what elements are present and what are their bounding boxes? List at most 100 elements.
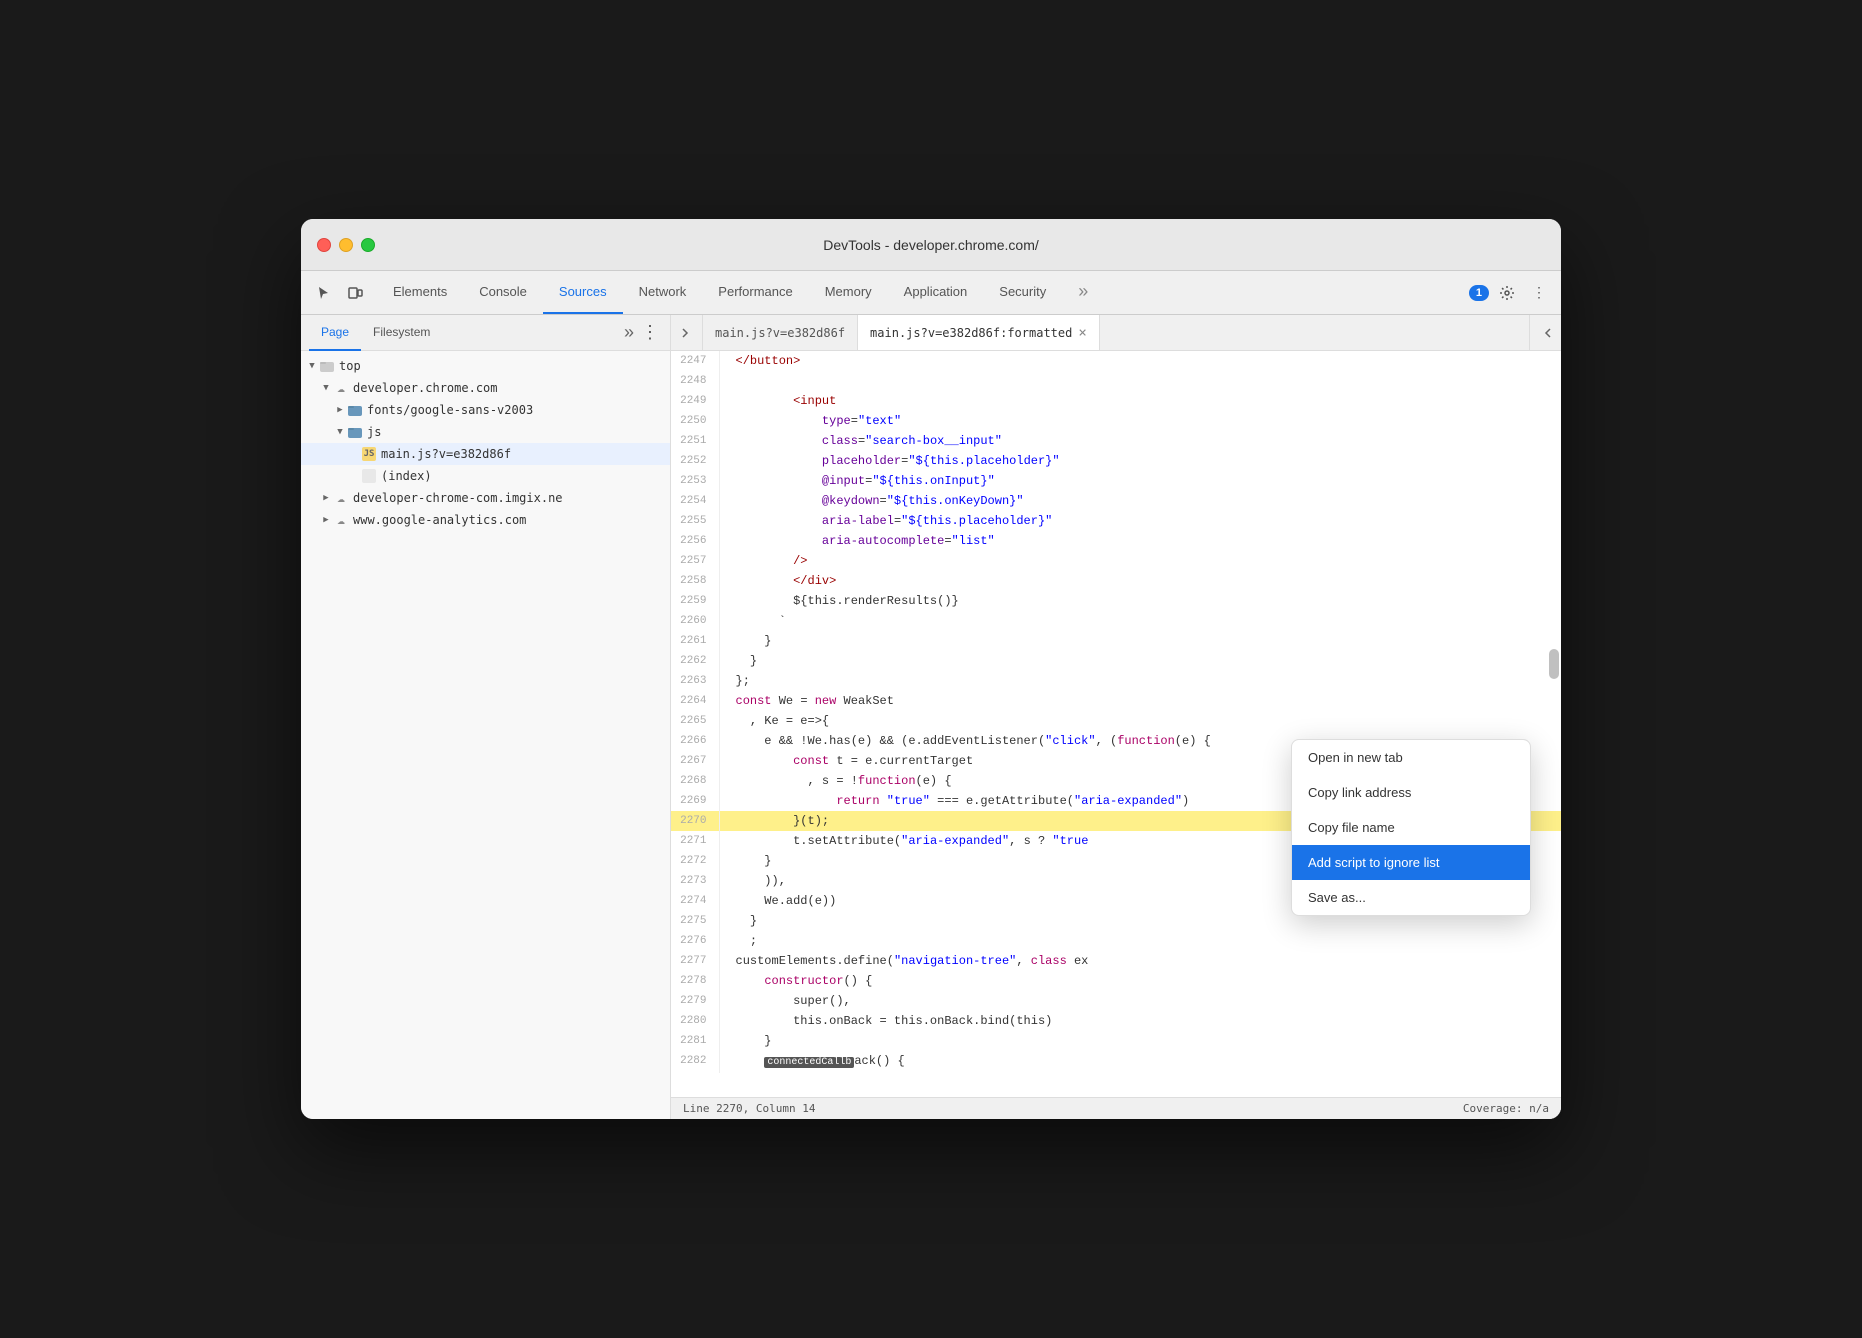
code-line-2256: 2256 aria-autocomplete="list" xyxy=(671,531,1561,551)
editor-tabs: main.js?v=e382d86f main.js?v=e382d86f:fo… xyxy=(671,315,1561,351)
context-menu-add-ignore[interactable]: Add script to ignore list xyxy=(1292,845,1530,880)
folder-icon xyxy=(319,358,335,374)
tree-label-mainjs: main.js?v=e382d86f xyxy=(381,447,511,461)
tree-arrow-dev-chrome: ▼ xyxy=(319,383,333,393)
devtools-window: DevTools - developer.chrome.com/ Element… xyxy=(301,219,1561,1119)
cursor-position: Line 2270, Column 14 xyxy=(683,1102,815,1115)
code-table: 2247 </button> 2248 2249 <input xyxy=(671,351,1561,1073)
tab-security[interactable]: Security xyxy=(983,271,1062,314)
code-line-2260: 2260 ` xyxy=(671,611,1561,631)
sidebar: Page Filesystem » ⋮ ▼ top ▼ xyxy=(301,315,671,1119)
code-line-2248: 2248 xyxy=(671,371,1561,391)
code-line-2278: 2278 constructor() { xyxy=(671,971,1561,991)
tree-arrow-top: ▼ xyxy=(305,361,319,371)
cloud-icon-analytics: ☁ xyxy=(333,512,349,528)
tree-item-dev-chrome[interactable]: ▼ ☁ developer.chrome.com xyxy=(301,377,670,399)
tree-label-analytics: www.google-analytics.com xyxy=(353,513,526,527)
folder-blue-icon-fonts xyxy=(347,402,363,418)
code-line-2251: 2251 class="search-box__input" xyxy=(671,431,1561,451)
tab-more[interactable]: » xyxy=(1062,271,1104,314)
code-line-2259: 2259 ${this.renderResults()} xyxy=(671,591,1561,611)
html-file-icon-index xyxy=(361,468,377,484)
tree-item-fonts[interactable]: ▶ fonts/google-sans-v2003 xyxy=(301,399,670,421)
more-options-icon[interactable]: ⋮ xyxy=(1525,279,1553,307)
settings-icon[interactable] xyxy=(1493,279,1521,307)
context-menu-copy-link[interactable]: Copy link address xyxy=(1292,775,1530,810)
scrollbar-thumb[interactable] xyxy=(1549,649,1559,679)
tree-item-index[interactable]: (index) xyxy=(301,465,670,487)
context-menu-open-tab[interactable]: Open in new tab xyxy=(1292,740,1530,775)
sidebar-options-icon[interactable]: ⋮ xyxy=(638,321,662,345)
code-editor[interactable]: 2247 </button> 2248 2249 <input xyxy=(671,351,1561,1097)
notification-badge[interactable]: 1 xyxy=(1469,285,1489,301)
code-line-2261: 2261 } xyxy=(671,631,1561,651)
tree-label-imgix: developer-chrome-com.imgix.ne xyxy=(353,491,563,505)
main-content: Page Filesystem » ⋮ ▼ top ▼ xyxy=(301,315,1561,1119)
tree-item-top[interactable]: ▼ top xyxy=(301,355,670,377)
tab-network[interactable]: Network xyxy=(623,271,703,314)
sidebar-tab-page[interactable]: Page xyxy=(309,315,361,351)
editor-tab-label-mainjs-formatted: main.js?v=e382d86f:formatted xyxy=(870,326,1072,340)
title-bar: DevTools - developer.chrome.com/ xyxy=(301,219,1561,271)
tree-arrow-js: ▼ xyxy=(333,427,347,437)
sidebar-tabs: Page Filesystem » ⋮ xyxy=(301,315,670,351)
code-line-2276: 2276 ; xyxy=(671,931,1561,951)
code-line-2255: 2255 aria-label="${this.placeholder}" xyxy=(671,511,1561,531)
context-menu-save-as[interactable]: Save as... xyxy=(1292,880,1530,915)
vertical-scrollbar[interactable] xyxy=(1547,351,1561,1097)
sidebar-tab-filesystem[interactable]: Filesystem xyxy=(361,315,442,351)
tree-item-analytics[interactable]: ▶ ☁ www.google-analytics.com xyxy=(301,509,670,531)
device-toolbar-icon[interactable] xyxy=(341,279,369,307)
tree-item-mainjs[interactable]: JS main.js?v=e382d86f xyxy=(301,443,670,465)
tab-memory[interactable]: Memory xyxy=(809,271,888,314)
editor-tab-mainjs[interactable]: main.js?v=e382d86f xyxy=(703,315,858,350)
tab-application[interactable]: Application xyxy=(888,271,984,314)
code-line-2279: 2279 super(), xyxy=(671,991,1561,1011)
code-line-2249: 2249 <input xyxy=(671,391,1561,411)
close-tab-icon[interactable]: × xyxy=(1078,326,1086,340)
tab-console[interactable]: Console xyxy=(463,271,543,314)
code-line-2254: 2254 @keydown="${this.onKeyDown}" xyxy=(671,491,1561,511)
tree-arrow-analytics: ▶ xyxy=(319,515,333,525)
context-menu: Open in new tab Copy link address Copy f… xyxy=(1291,739,1531,916)
code-line-2277: 2277 customElements.define("navigation-t… xyxy=(671,951,1561,971)
tree-arrow-fonts: ▶ xyxy=(333,405,347,415)
collapse-panel-icon[interactable] xyxy=(671,315,703,350)
devtools-left-icons xyxy=(301,271,377,314)
editor-area: main.js?v=e382d86f main.js?v=e382d86f:fo… xyxy=(671,315,1561,1119)
close-button[interactable] xyxy=(317,238,331,252)
tree-label-dev-chrome: developer.chrome.com xyxy=(353,381,498,395)
tree-label-index: (index) xyxy=(381,469,432,483)
sidebar-more-icon[interactable]: » xyxy=(620,322,638,343)
tree-arrow-imgix: ▶ xyxy=(319,493,333,503)
status-bar: Line 2270, Column 14 Coverage: n/a xyxy=(671,1097,1561,1119)
traffic-lights xyxy=(317,238,375,252)
coverage-status: Coverage: n/a xyxy=(1463,1102,1549,1115)
editor-tab-mainjs-formatted[interactable]: main.js?v=e382d86f:formatted × xyxy=(858,315,1100,350)
collapse-editor-icon[interactable] xyxy=(1529,315,1561,350)
code-line-2252: 2252 placeholder="${this.placeholder}" xyxy=(671,451,1561,471)
cloud-icon-imgix: ☁ xyxy=(333,490,349,506)
code-line-2265: 2265 , Ke = e=>{ xyxy=(671,711,1561,731)
context-menu-copy-file[interactable]: Copy file name xyxy=(1292,810,1530,845)
tab-sources[interactable]: Sources xyxy=(543,271,623,314)
devtools-header: Elements Console Sources Network Perform… xyxy=(301,271,1561,315)
cursor-icon[interactable] xyxy=(309,279,337,307)
code-line-2282: 2282 connectedCallback() { xyxy=(671,1051,1561,1073)
tree-item-js[interactable]: ▼ js xyxy=(301,421,670,443)
tab-performance[interactable]: Performance xyxy=(702,271,808,314)
maximize-button[interactable] xyxy=(361,238,375,252)
tree-item-imgix[interactable]: ▶ ☁ developer-chrome-com.imgix.ne xyxy=(301,487,670,509)
tree-label-js: js xyxy=(367,425,381,439)
code-line-2247: 2247 </button> xyxy=(671,351,1561,371)
code-line-2258: 2258 </div> xyxy=(671,571,1561,591)
code-line-2253: 2253 @input="${this.onInput}" xyxy=(671,471,1561,491)
tab-elements[interactable]: Elements xyxy=(377,271,463,314)
code-line-2262: 2262 } xyxy=(671,651,1561,671)
minimize-button[interactable] xyxy=(339,238,353,252)
js-file-icon-mainjs: JS xyxy=(361,446,377,462)
window-title: DevTools - developer.chrome.com/ xyxy=(823,237,1039,253)
file-tree: ▼ top ▼ ☁ developer.chrome.com ▶ xyxy=(301,351,670,1119)
code-line-2281: 2281 } xyxy=(671,1031,1561,1051)
code-line-2250: 2250 type="text" xyxy=(671,411,1561,431)
